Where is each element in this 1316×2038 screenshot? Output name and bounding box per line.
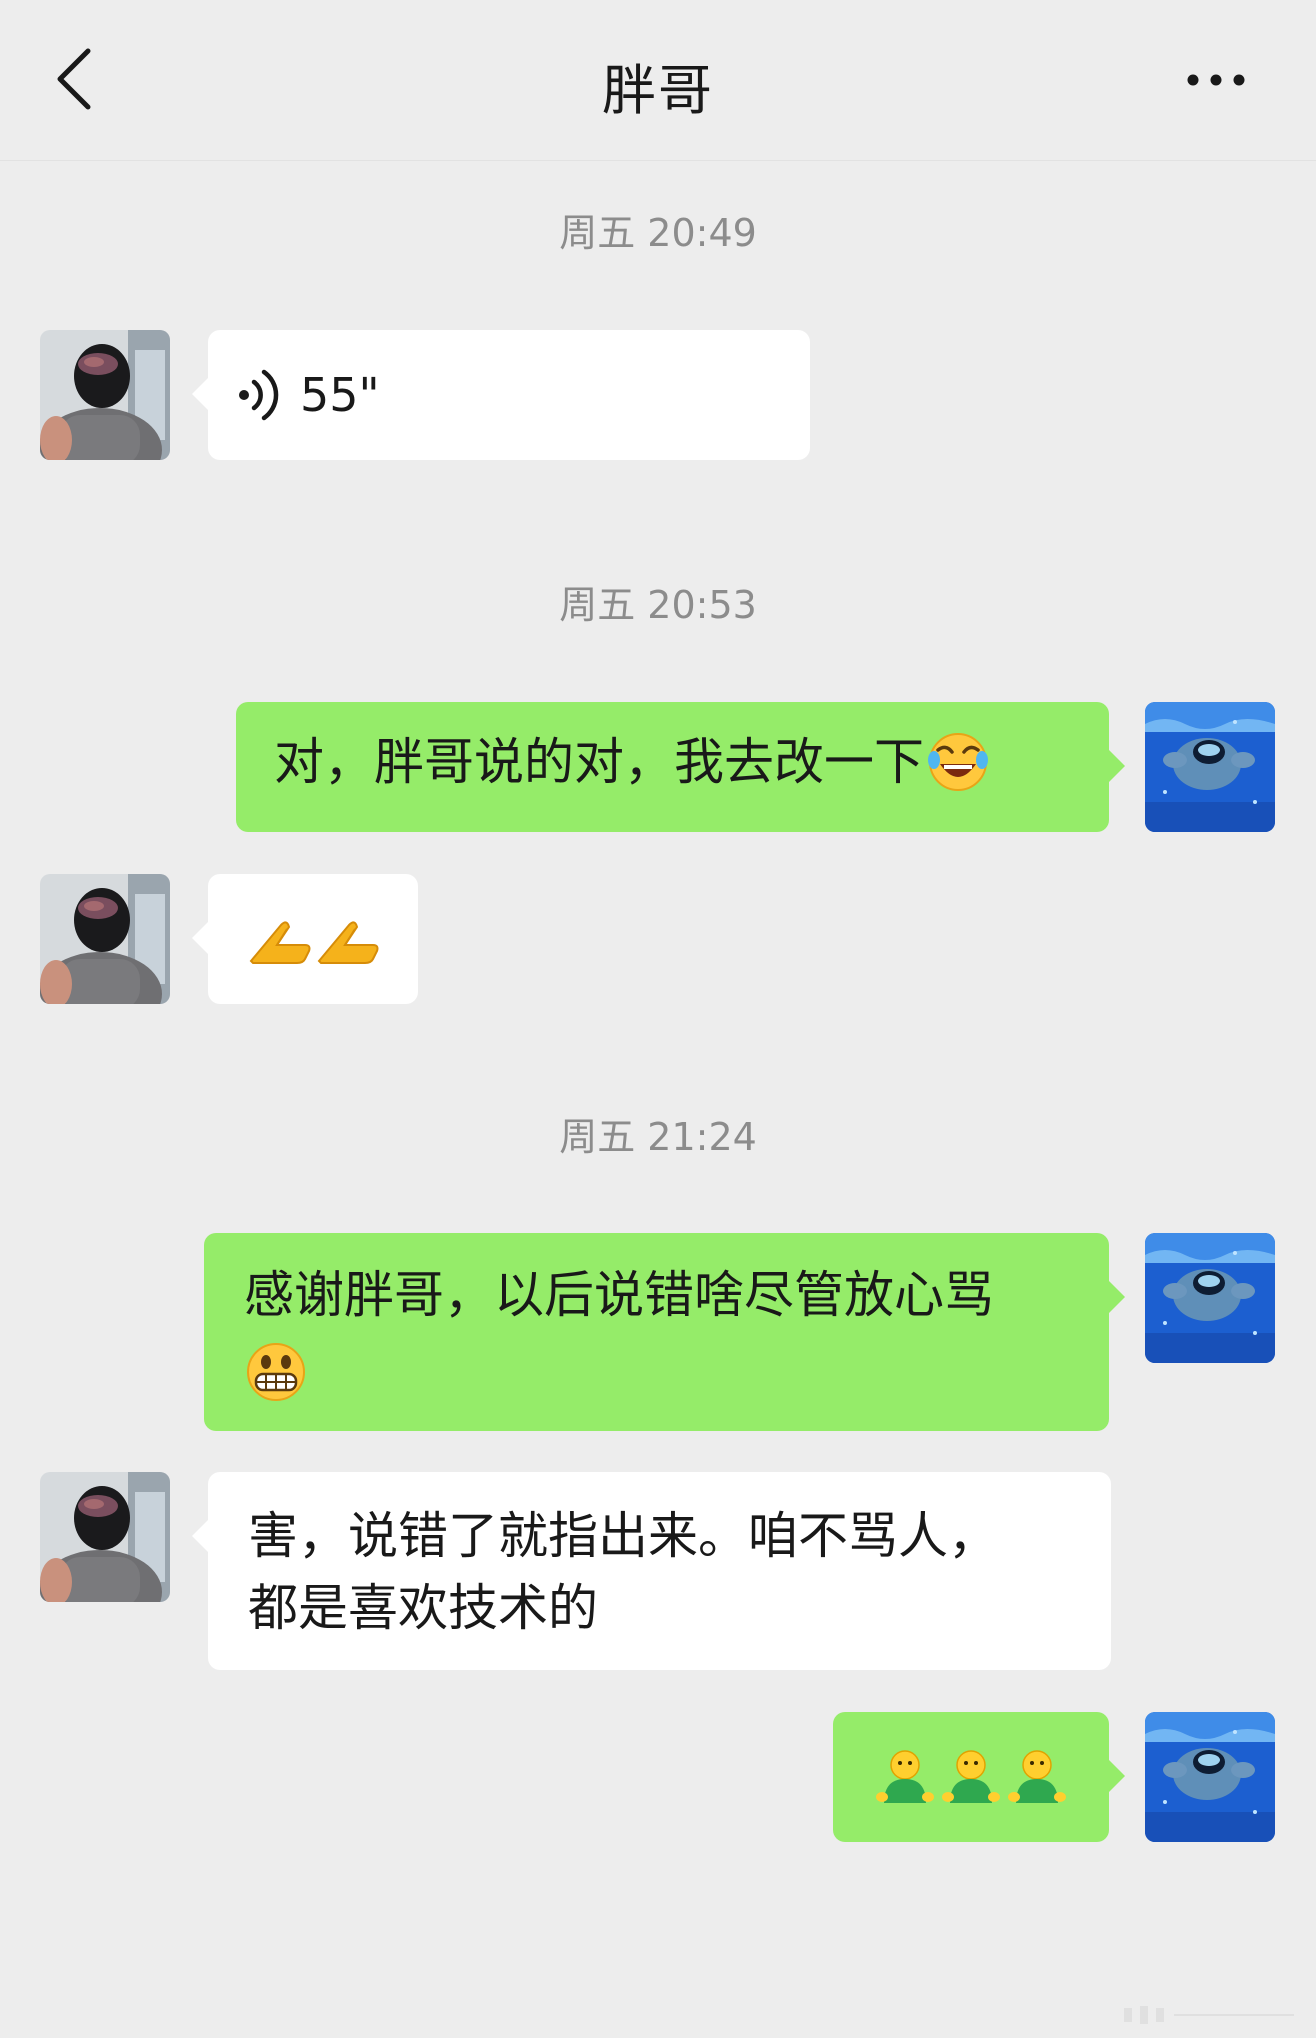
incoming-emoji-bubble[interactable] (192, 874, 418, 1004)
watermark-mark (1124, 2006, 1294, 2024)
my-avatar[interactable] (1145, 1233, 1275, 1363)
message-text: 感谢胖哥，以后说错啥尽管放心骂 (244, 1266, 994, 1324)
clasped-hands-emoji (317, 921, 379, 964)
my-avatar[interactable] (1145, 702, 1275, 832)
chat-header: 胖哥 (0, 0, 1316, 161)
voice-message-bubble[interactable]: 55" (192, 330, 810, 460)
message-text: 对，胖哥说的对，我去改一下 (274, 733, 924, 791)
my-avatar-image (1145, 1712, 1275, 1842)
grimacing-emoji (247, 1342, 305, 1401)
contact-avatar[interactable] (40, 330, 170, 460)
message-timestamp: 周五 20:49 (559, 211, 757, 255)
outgoing-text-bubble[interactable]: 感谢胖哥，以后说错啥尽管放心骂 (204, 1233, 1125, 1431)
green-figure-emoji (876, 1750, 934, 1803)
my-avatar-image (1145, 1233, 1275, 1363)
my-avatar-image (1145, 702, 1275, 832)
contact-avatar[interactable] (40, 874, 170, 1004)
outgoing-text-bubble[interactable]: 对，胖哥说的对，我去改一下 (236, 702, 1125, 832)
contact-avatar[interactable] (40, 1472, 170, 1602)
my-avatar[interactable] (1145, 1712, 1275, 1842)
message-timestamp: 周五 20:53 (559, 583, 757, 627)
contact-avatar-image (40, 330, 170, 460)
green-figure-emoji (1008, 1750, 1066, 1803)
incoming-text-bubble[interactable]: 害，说错了就指出来。咱不骂人， 都是喜欢技术的 (192, 1472, 1111, 1670)
outgoing-emoji-bubble[interactable] (833, 1712, 1125, 1842)
message-text-line: 害，说错了就指出来。咱不骂人， (248, 1507, 998, 1565)
voice-duration: 55" (300, 368, 380, 422)
contact-avatar-image (40, 1472, 170, 1602)
green-figure-emoji (942, 1750, 1000, 1803)
voice-wave-icon (239, 369, 279, 421)
message-timestamp: 周五 21:24 (559, 1115, 757, 1159)
clasped-hands-emoji (249, 921, 311, 964)
more-button[interactable] (1176, 50, 1256, 110)
contact-avatar-image (40, 874, 170, 1004)
chat-title: 胖哥 (602, 59, 714, 122)
laughing-tears-emoji (928, 732, 988, 791)
message-text-line: 都是喜欢技术的 (248, 1579, 598, 1637)
more-dots-icon (1187, 74, 1245, 86)
